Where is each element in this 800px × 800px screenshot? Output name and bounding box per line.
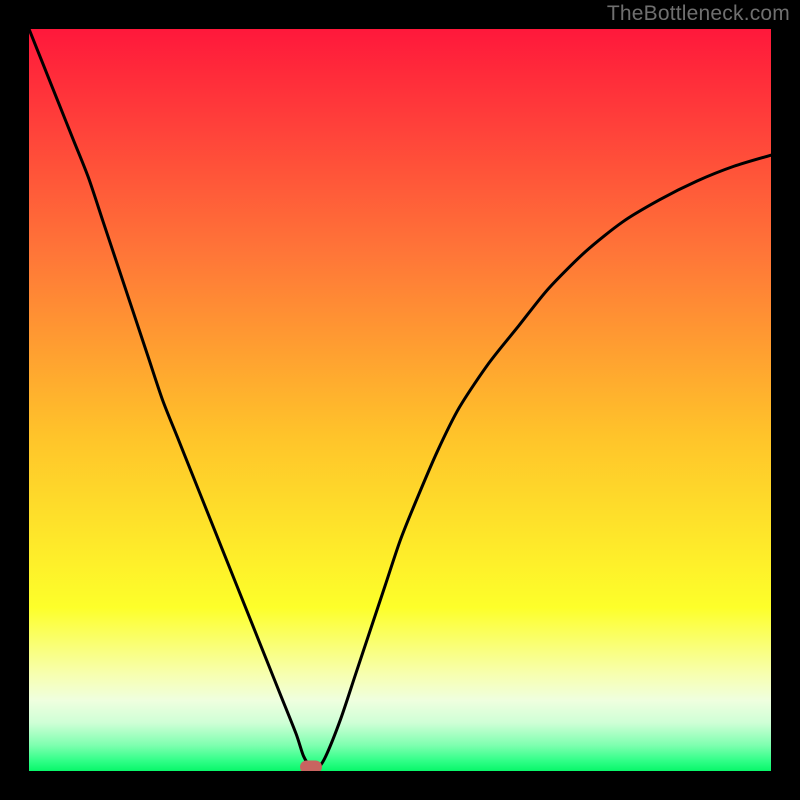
- bottleneck-curve: [29, 29, 771, 771]
- chart-frame: TheBottleneck.com: [0, 0, 800, 800]
- watermark-text: TheBottleneck.com: [607, 2, 790, 26]
- optimal-point-marker: [300, 761, 322, 771]
- plot-area: [29, 29, 771, 771]
